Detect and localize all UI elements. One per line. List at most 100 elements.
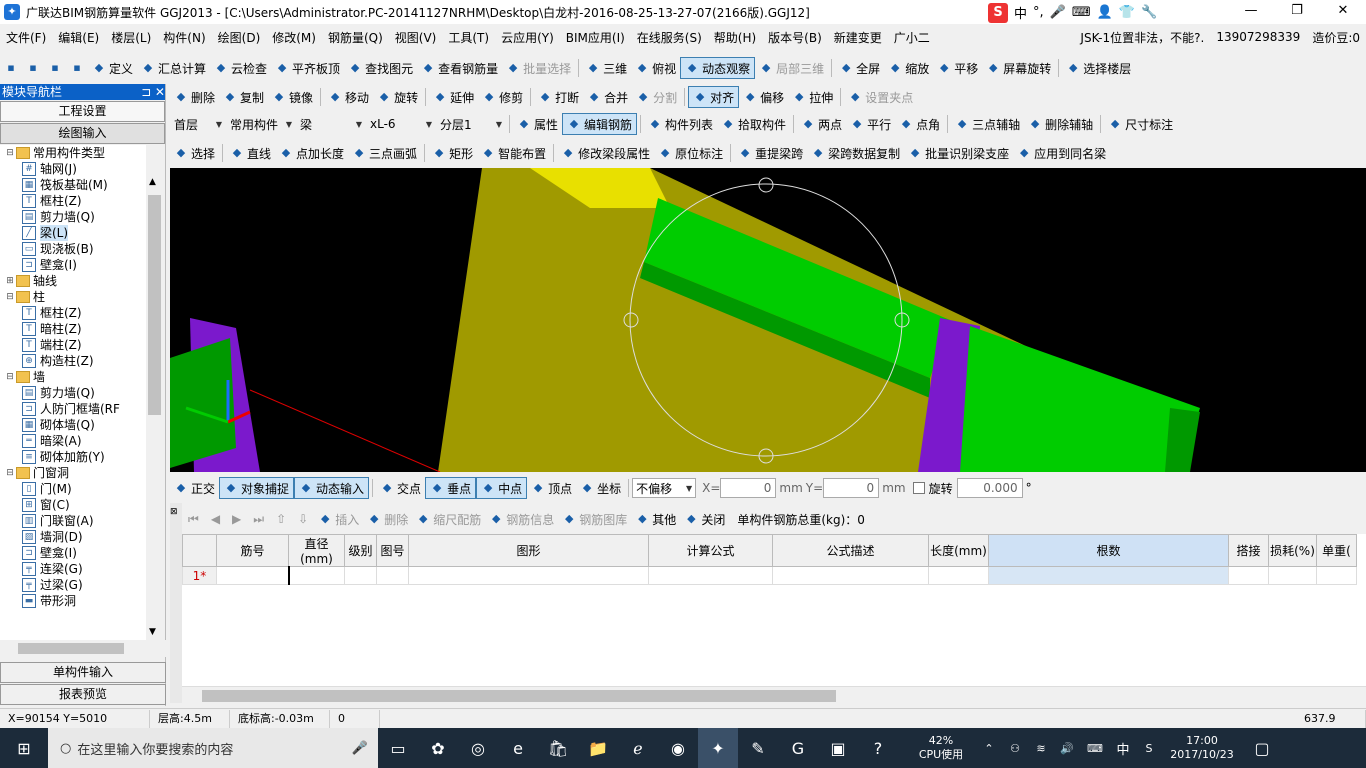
grid-header[interactable]: 损耗(%) [1268, 534, 1317, 567]
rebar-grid[interactable]: 筋号 直径(mm) 级别 图号 图形 计算公式 公式描述 长度(mm) 根数 搭接 损耗(%) 单重(… [182, 534, 1366, 704]
toolbar-button-toolbar2-8[interactable]: ◆ 合并 [583, 86, 632, 108]
ie-icon[interactable]: ℯ [618, 728, 658, 768]
floor-select[interactable]: 首层 ▼ [170, 114, 226, 134]
x-input[interactable]: 0 [720, 478, 777, 498]
keyboard-icon[interactable]: ⌨ [1072, 5, 1091, 20]
save-icon[interactable]: ▪ [48, 61, 62, 75]
toolbar-button-toolbar3.buttons-1[interactable]: ◆ 编辑钢筋 [562, 113, 638, 135]
menu-item-10[interactable]: BIM应用(I) [560, 29, 631, 46]
toolbar-button-snapbar.items-5[interactable]: ◆ 中点 [476, 477, 528, 499]
category-select[interactable]: 常用构件 ▼ [226, 114, 296, 134]
cell[interactable] [1316, 566, 1357, 585]
tree-node[interactable]: ╤ 连梁(G) [0, 561, 146, 577]
cell[interactable] [216, 566, 289, 585]
rotate-input[interactable]: 0.000 [956, 478, 1023, 498]
rotate-checkbox[interactable] [912, 482, 925, 494]
toolbar-button-snapbar.items-6[interactable]: ◆ 顶点 [527, 477, 576, 499]
toolbar-button-toolbar1-4[interactable]: ◆ 查找图元 [344, 57, 417, 79]
toolbar-button-toolbar1-1[interactable]: ◆ 汇总计算 [137, 57, 210, 79]
tree-node[interactable]: ⊞ 窗(C) [0, 497, 146, 513]
toolbar-button-toolbar1-9[interactable]: ◆ 动态观察 [680, 57, 756, 79]
toolbar-button-toolbar1-13[interactable]: ◆ 平移 [933, 57, 982, 79]
menu-item-5[interactable]: 修改(M) [266, 29, 322, 46]
menu-item-15[interactable]: 广小二 [888, 29, 936, 46]
single-input-button[interactable]: 单构件输入 [0, 662, 166, 683]
toolbar-button-toolbar1-3[interactable]: ◆ 平齐板顶 [271, 57, 344, 79]
grid-header[interactable]: 计算公式 [648, 534, 773, 567]
sogou-icon[interactable]: S [988, 2, 1008, 23]
menu-item-2[interactable]: 楼层(L) [105, 29, 157, 46]
toolbar-button-toolbar2-13[interactable]: ◆ 设置夹点 [844, 86, 917, 108]
toolbar-button-toolbar3.buttons-8[interactable]: ◆ 删除辅轴 [1024, 113, 1097, 135]
lang-indicator[interactable]: 中 [1110, 728, 1136, 768]
component-tree[interactable]: ⊟ 常用构件类型 # 轴网(J) ▦ 筏板基础(M) T 框柱(Z) ▤ 剪力墙(Q) ╱ 梁(L) ▭… [0, 145, 146, 640]
notes-icon[interactable]: ✎ [738, 728, 778, 768]
skin-icon[interactable]: 👕 [1119, 5, 1135, 20]
toolbar-button-toolbar4-10[interactable]: ◆ 批量识别梁支座 [904, 142, 1013, 164]
toolbar-button-toolbar2-10[interactable]: ◆ 对齐 [688, 86, 740, 108]
toolbar-button-toolbar2-9[interactable]: ◆ 分割 [632, 86, 681, 108]
project-settings-button[interactable]: 工程设置 [0, 101, 165, 122]
table-row[interactable]: 1* [182, 566, 1357, 585]
toolbar-button-tablebar.items-4[interactable]: ◆ 钢筋图库 [558, 508, 631, 530]
draw-input-button[interactable]: 绘图输入 [0, 123, 165, 144]
toolbar-button-snapbar.items-7[interactable]: ◆ 坐标 [576, 477, 625, 499]
toolbar-button-toolbar3.buttons-2[interactable]: ◆ 构件列表 [644, 113, 717, 135]
nav-next-icon[interactable]: ▶ [232, 512, 241, 526]
toolbar-button-toolbar1-10[interactable]: ◆ 局部三维 [755, 57, 828, 79]
tree-node[interactable]: ⊟ 门窗洞 [0, 465, 146, 481]
tree-node[interactable]: ≡ 砌体加筋(Y) [0, 449, 146, 465]
type-select[interactable]: 梁 ▼ [296, 114, 366, 134]
cpu-meter[interactable]: 42% CPU使用 [906, 734, 976, 762]
toolbar-button-tablebar.items-1[interactable]: ◆ 删除 [363, 508, 412, 530]
sogou-tray-icon[interactable]: S [1136, 728, 1162, 768]
tree-node[interactable]: ▬ 带形洞 [0, 593, 146, 609]
toolbar-button-snapbar.items-3[interactable]: ◆ 交点 [376, 477, 425, 499]
toolbar-button-toolbar4-1[interactable]: ◆ 直线 [226, 142, 275, 164]
toolbar-button-toolbar1-7[interactable]: ◆ 三维 [582, 57, 631, 79]
menu-item-6[interactable]: 钢筋量(Q) [322, 29, 389, 46]
tree-node[interactable]: ⊟ 墙 [0, 369, 146, 385]
new-file-icon[interactable]: ▪ [4, 61, 18, 75]
punct-icon[interactable]: °, [1033, 5, 1044, 20]
help-icon[interactable]: ? [858, 728, 898, 768]
tree-toggle-icon[interactable]: ⊞ [4, 273, 16, 289]
tree-node[interactable]: ▦ 筏板基础(M) [0, 177, 146, 193]
grid-header[interactable]: 直径(mm) [288, 534, 345, 567]
toolbar-button-snapbar.items-1[interactable]: ◆ 对象捕捉 [219, 477, 295, 499]
toolbar-button-toolbar4-6[interactable]: ◆ 修改梁段属性 [557, 142, 654, 164]
cell[interactable] [928, 566, 989, 585]
orbit-handle-top[interactable] [758, 177, 774, 193]
tree-node[interactable]: ⊞ 轴线 [0, 273, 146, 289]
cell[interactable] [344, 566, 377, 585]
tree-toggle-icon[interactable]: ⊟ [4, 145, 16, 161]
grid-header[interactable]: 级别 [344, 534, 377, 567]
toolbar-button-toolbar1-2[interactable]: ◆ 云检查 [210, 57, 271, 79]
tree-node[interactable]: ⊐ 人防门框墙(RF [0, 401, 146, 417]
tree-horizontal-scrollbar[interactable] [0, 640, 166, 657]
ime-lang[interactable]: 中 [1014, 3, 1027, 22]
toolbar-button-toolbar1-0[interactable]: ◆ 定义 [88, 57, 137, 79]
menu-item-8[interactable]: 工具(T) [442, 29, 495, 46]
explorer-icon[interactable]: 📁 [578, 728, 618, 768]
grid-header[interactable]: 根数 [988, 534, 1229, 567]
tree-node[interactable]: ▦ 砌体墙(Q) [0, 417, 146, 433]
menu-phone[interactable]: 13907298339 [1210, 30, 1306, 44]
toolbar-button-toolbar1-14[interactable]: ◆ 屏幕旋转 [982, 57, 1055, 79]
tree-vertical-scrollbar[interactable]: ▲ ▼ [146, 175, 163, 640]
grid-horizontal-scrollbar[interactable] [182, 686, 1366, 704]
toolbar-button-snapbar.items-2[interactable]: ◆ 动态输入 [294, 477, 370, 499]
user-icon[interactable]: 👤 [1097, 5, 1113, 20]
app-fan-icon[interactable]: ✿ [418, 728, 458, 768]
toolbar-button-tablebar.items-6[interactable]: ◆ 关闭 [680, 508, 729, 530]
wifi-icon[interactable]: ≋ [1028, 728, 1054, 768]
toolbar-button-snapbar.items-4[interactable]: ◆ 垂点 [425, 477, 477, 499]
tree-node[interactable]: T 端柱(Z) [0, 337, 146, 353]
cell[interactable] [988, 566, 1229, 585]
menu-item-4[interactable]: 绘图(D) [212, 29, 267, 46]
toolbar-button-toolbar2-3[interactable]: ◆ 移动 [324, 86, 373, 108]
offset-select[interactable]: 不偏移 ▼ [632, 478, 697, 498]
cell[interactable] [1268, 566, 1317, 585]
toolbar-button-toolbar1-8[interactable]: ◆ 俯视 [631, 57, 680, 79]
taskbar-search[interactable]: ○ 在这里输入你要搜索的内容 🎤 [48, 728, 378, 768]
